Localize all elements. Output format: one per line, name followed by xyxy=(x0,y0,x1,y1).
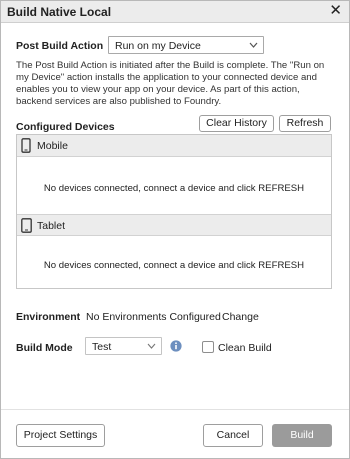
tablet-empty-message: No devices connected, connect a device a… xyxy=(43,260,305,271)
build-native-local-dialog: Build Native Local ✕ Post Build Action R… xyxy=(0,0,350,459)
configured-devices-label: Configured Devices xyxy=(16,121,115,133)
close-icon[interactable]: ✕ xyxy=(329,3,342,19)
chevron-down-icon xyxy=(249,39,258,53)
build-mode-value: Test xyxy=(92,341,112,353)
environment-value: No Environments Configured xyxy=(86,311,221,323)
build-mode-select[interactable]: Test xyxy=(85,337,162,355)
post-build-action-label: Post Build Action xyxy=(16,40,104,52)
devices-panel: Mobile No devices connected, connect a d… xyxy=(16,134,332,289)
build-button[interactable]: Build xyxy=(272,424,332,447)
clean-build-checkbox[interactable] xyxy=(202,341,214,353)
post-build-action-select[interactable]: Run on my Device xyxy=(108,36,264,54)
mobile-empty-message: No devices connected, connect a device a… xyxy=(43,183,305,194)
info-icon[interactable] xyxy=(170,340,182,355)
clear-history-button[interactable]: Clear History xyxy=(199,115,274,132)
project-settings-button[interactable]: Project Settings xyxy=(16,424,105,447)
post-build-description: The Post Build Action is initiated after… xyxy=(16,60,325,107)
device-group-tablet: Tablet xyxy=(17,214,331,236)
environment-label: Environment xyxy=(16,311,81,323)
device-group-name: Mobile xyxy=(37,140,68,152)
post-build-action-value: Run on my Device xyxy=(115,40,201,52)
device-group-mobile: Mobile xyxy=(17,135,331,157)
cancel-button[interactable]: Cancel xyxy=(203,424,263,447)
chevron-down-icon xyxy=(147,340,156,354)
clean-build-label: Clean Build xyxy=(218,342,272,354)
build-mode-label: Build Mode xyxy=(16,342,73,354)
title-bar: Build Native Local ✕ xyxy=(1,1,349,23)
dialog-title: Build Native Local xyxy=(7,5,112,19)
device-group-name: Tablet xyxy=(37,220,66,232)
tablet-icon xyxy=(21,218,32,236)
refresh-button[interactable]: Refresh xyxy=(279,115,331,132)
footer-divider xyxy=(1,409,349,410)
change-environment-link[interactable]: Change xyxy=(222,311,259,323)
mobile-phone-icon xyxy=(21,138,31,156)
